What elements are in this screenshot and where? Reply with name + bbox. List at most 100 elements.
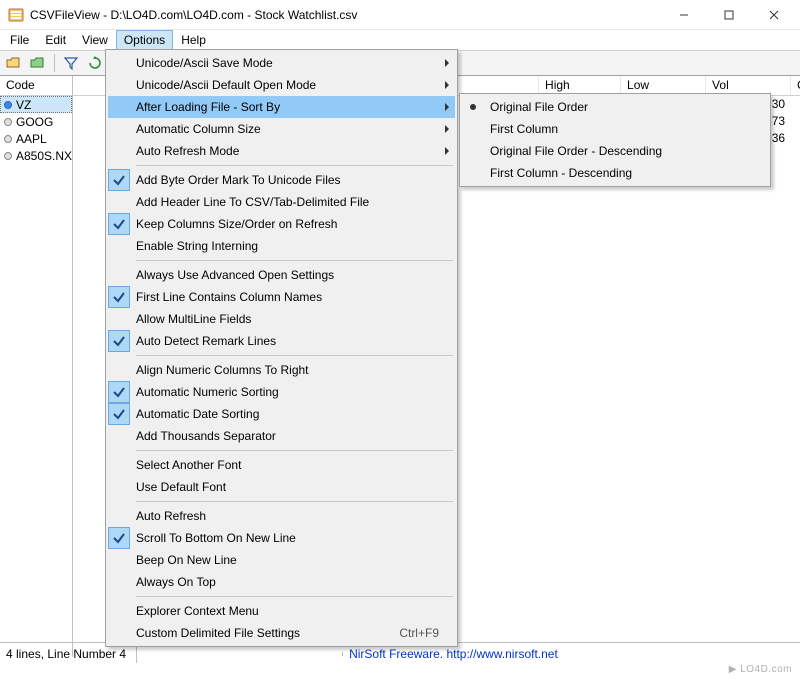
app-icon	[8, 7, 24, 23]
menu-item-label: Keep Columns Size/Order on Refresh	[136, 217, 455, 231]
menu-item-label: Enable String Interning	[136, 239, 455, 253]
menu-item[interactable]: Use Default Font	[108, 476, 455, 498]
menu-item[interactable]: Original File Order	[462, 96, 768, 118]
menu-item-label: Automatic Numeric Sorting	[136, 385, 455, 399]
menu-item[interactable]: Add Byte Order Mark To Unicode Files	[108, 169, 455, 191]
titlebar: CSVFileView - D:\LO4D.com\LO4D.com - Sto…	[0, 0, 800, 30]
menu-item[interactable]: Always On Top	[108, 571, 455, 593]
menu-item[interactable]: Auto Refresh Mode	[108, 140, 455, 162]
menu-edit[interactable]: Edit	[37, 30, 74, 50]
status-link[interactable]: NirSoft Freeware. http://www.nirsoft.net	[349, 647, 558, 661]
menu-file[interactable]: File	[2, 30, 37, 50]
menu-help[interactable]: Help	[173, 30, 214, 50]
check-icon	[108, 476, 130, 498]
menu-item[interactable]: First Column	[462, 118, 768, 140]
code-row[interactable]: VZ	[0, 96, 72, 113]
menu-item[interactable]: Explorer Context Menu	[108, 600, 455, 622]
check-icon	[108, 191, 130, 213]
menu-item[interactable]: Allow MultiLine Fields	[108, 308, 455, 330]
check-icon	[108, 52, 130, 74]
submenu-arrow-icon	[445, 59, 449, 67]
code-list[interactable]: VZ GOOGAAPLA850S.NX	[0, 96, 72, 657]
menu-item[interactable]: Unicode/Ascii Default Open Mode	[108, 74, 455, 96]
menu-separator	[136, 596, 453, 597]
menu-item[interactable]: Enable String Interning	[108, 235, 455, 257]
code-row[interactable]: AAPL	[0, 130, 72, 147]
menu-separator	[136, 450, 453, 451]
cell-chg: -27.719	[791, 113, 800, 130]
menu-item-label: Custom Delimited File Settings	[136, 626, 399, 640]
bullet-icon	[4, 101, 12, 109]
code-row[interactable]: A850S.NX	[0, 147, 72, 164]
menu-item[interactable]: First Column - Descending	[462, 162, 768, 184]
menu-item[interactable]: Always Use Advanced Open Settings	[108, 264, 455, 286]
menu-item[interactable]: First Line Contains Column Names	[108, 286, 455, 308]
menu-item[interactable]: Auto Detect Remark Lines	[108, 330, 455, 352]
menu-item-label: Auto Detect Remark Lines	[136, 334, 455, 348]
submenu-arrow-icon	[445, 125, 449, 133]
code-column-header[interactable]: Code	[0, 76, 72, 96]
radio-icon	[462, 140, 484, 162]
menu-item-label: Original File Order	[490, 100, 768, 114]
menu-item[interactable]: Add Header Line To CSV/Tab-Delimited Fil…	[108, 191, 455, 213]
menu-item[interactable]: Original File Order - Descending	[462, 140, 768, 162]
menu-item[interactable]: Custom Delimited File SettingsCtrl+F9	[108, 622, 455, 644]
check-icon	[108, 622, 130, 644]
options-menu: Unicode/Ascii Save ModeUnicode/Ascii Def…	[105, 49, 458, 647]
submenu-arrow-icon	[445, 147, 449, 155]
open-icon[interactable]	[3, 52, 25, 74]
menu-separator	[136, 355, 453, 356]
menu-item[interactable]: Automatic Column Size	[108, 118, 455, 140]
minimize-button[interactable]	[661, 1, 706, 29]
check-icon	[108, 213, 130, 235]
code-label: VZ	[16, 98, 31, 112]
check-icon	[108, 235, 130, 257]
menu-item[interactable]: After Loading File - Sort By	[108, 96, 455, 118]
sort-by-submenu: Original File Order First Column Original …	[459, 93, 771, 187]
cell-chg: 0.6900	[791, 96, 800, 113]
menu-item[interactable]: Add Thousands Separator	[108, 425, 455, 447]
menu-item[interactable]: Keep Columns Size/Order on Refresh	[108, 213, 455, 235]
check-icon	[108, 264, 130, 286]
menu-item[interactable]: Align Numeric Columns To Right	[108, 359, 455, 381]
refresh-icon[interactable]	[84, 52, 106, 74]
menu-item-label: Automatic Date Sorting	[136, 407, 455, 421]
bullet-icon	[4, 152, 12, 160]
filter-icon[interactable]	[60, 52, 82, 74]
check-icon	[108, 527, 130, 549]
menu-item-label: Add Thousands Separator	[136, 429, 455, 443]
check-icon	[108, 505, 130, 527]
menu-options[interactable]: Options	[116, 30, 173, 50]
menu-item[interactable]: Beep On New Line	[108, 549, 455, 571]
check-icon	[108, 140, 130, 162]
menu-view[interactable]: View	[74, 30, 116, 50]
col-chg[interactable]: Chg	[791, 76, 800, 95]
menu-item[interactable]: Scroll To Bottom On New Line	[108, 527, 455, 549]
check-icon	[108, 571, 130, 593]
bullet-icon	[4, 118, 12, 126]
menu-item-label: Original File Order - Descending	[490, 144, 768, 158]
open-green-icon[interactable]	[27, 52, 49, 74]
menubar: File Edit View Options Help	[0, 30, 800, 50]
menu-item[interactable]: Unicode/Ascii Save Mode	[108, 52, 455, 74]
menu-item[interactable]: Automatic Numeric Sorting	[108, 381, 455, 403]
menu-item-label: Auto Refresh	[136, 509, 455, 523]
cell-chg: -5.1699	[791, 130, 800, 147]
menu-item-label: Always Use Advanced Open Settings	[136, 268, 455, 282]
menu-item-label: Always On Top	[136, 575, 455, 589]
menu-separator	[136, 501, 453, 502]
menu-item-label: Add Header Line To CSV/Tab-Delimited Fil…	[136, 195, 455, 209]
menu-item-label: Select Another Font	[136, 458, 455, 472]
code-row[interactable]: GOOG	[0, 113, 72, 130]
menu-item-label: First Column - Descending	[490, 166, 768, 180]
menu-item[interactable]: Auto Refresh	[108, 505, 455, 527]
menu-item-label: Auto Refresh Mode	[136, 144, 455, 158]
menu-item-label: After Loading File - Sort By	[136, 100, 455, 114]
check-icon	[108, 359, 130, 381]
maximize-button[interactable]	[706, 1, 751, 29]
code-label: GOOG	[16, 115, 53, 129]
close-button[interactable]	[751, 1, 796, 29]
menu-item[interactable]: Select Another Font	[108, 454, 455, 476]
menu-item[interactable]: Automatic Date Sorting	[108, 403, 455, 425]
footer-brand: ▶ LO4D.com	[0, 664, 800, 680]
